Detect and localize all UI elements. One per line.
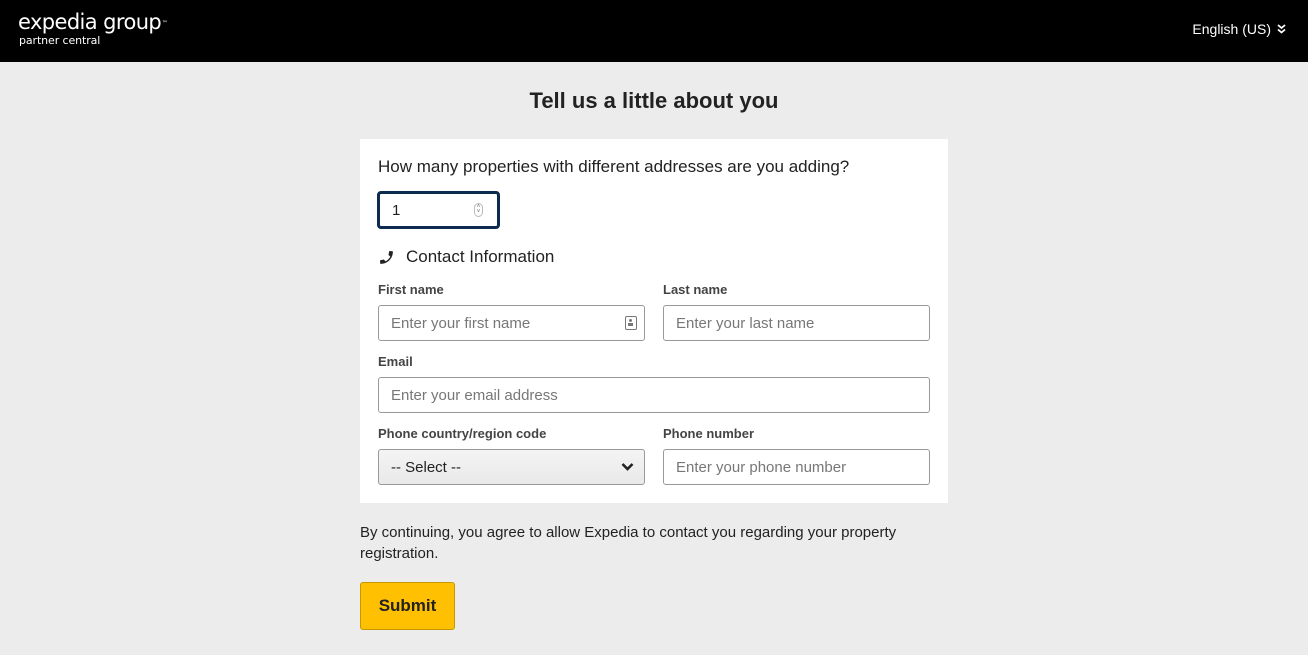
- phone-icon: [380, 250, 393, 264]
- phone-number-input[interactable]: Enter your phone number: [663, 449, 930, 485]
- logo-wordmark: expedia group ™: [18, 10, 168, 34]
- properties-count-input[interactable]: 1 ˄ ˅: [377, 191, 500, 229]
- consent-text: By continuing, you agree to allow Expedi…: [360, 524, 897, 562]
- number-spinner[interactable]: ˄ ˅: [474, 203, 483, 217]
- email-placeholder: Enter your email address: [391, 386, 558, 404]
- last-name-placeholder: Enter your last name: [676, 314, 815, 332]
- top-bar: expedia group ™ partner central English (…: [0, 0, 1308, 62]
- logo-main-text: expedia group: [18, 10, 162, 34]
- properties-count-value: 1: [392, 201, 401, 219]
- phone-code-selected: -- Select --: [391, 458, 462, 476]
- contact-information-title: Contact Information: [406, 247, 555, 266]
- first-name-placeholder: Enter your first name: [391, 314, 531, 332]
- properties-count-question: How many properties with different addre…: [378, 157, 850, 176]
- last-name-label: Last name: [663, 282, 728, 297]
- spinner-down-icon[interactable]: ˅: [477, 209, 481, 215]
- phone-number-label: Phone number: [663, 426, 755, 441]
- email-input[interactable]: Enter your email address: [378, 377, 930, 413]
- contact-form-card: How many properties with different addre…: [360, 139, 948, 503]
- first-name-input[interactable]: Enter your first name: [378, 305, 645, 341]
- email-label: Email: [378, 354, 413, 369]
- double-chevron-down-icon: [1277, 24, 1286, 34]
- submit-button[interactable]: Submit: [360, 582, 455, 630]
- page-title: Tell us a little about you: [529, 88, 779, 113]
- chevron-down-icon: [621, 463, 634, 471]
- last-name-input[interactable]: Enter your last name: [663, 305, 930, 341]
- language-selector[interactable]: English (US): [1192, 21, 1286, 37]
- phone-number-placeholder: Enter your phone number: [676, 458, 847, 476]
- logo-subtitle: partner central: [19, 34, 101, 47]
- phone-code-select[interactable]: -- Select --: [378, 449, 645, 485]
- contact-information-heading: Contact Information: [378, 247, 554, 267]
- trademark-symbol: ™: [161, 20, 168, 27]
- phone-code-label: Phone country/region code: [378, 426, 547, 441]
- language-label: English (US): [1192, 21, 1271, 37]
- expedia-group-logo[interactable]: expedia group ™ partner central: [18, 10, 168, 47]
- autofill-contact-icon[interactable]: [625, 316, 637, 330]
- first-name-label: First name: [378, 282, 444, 297]
